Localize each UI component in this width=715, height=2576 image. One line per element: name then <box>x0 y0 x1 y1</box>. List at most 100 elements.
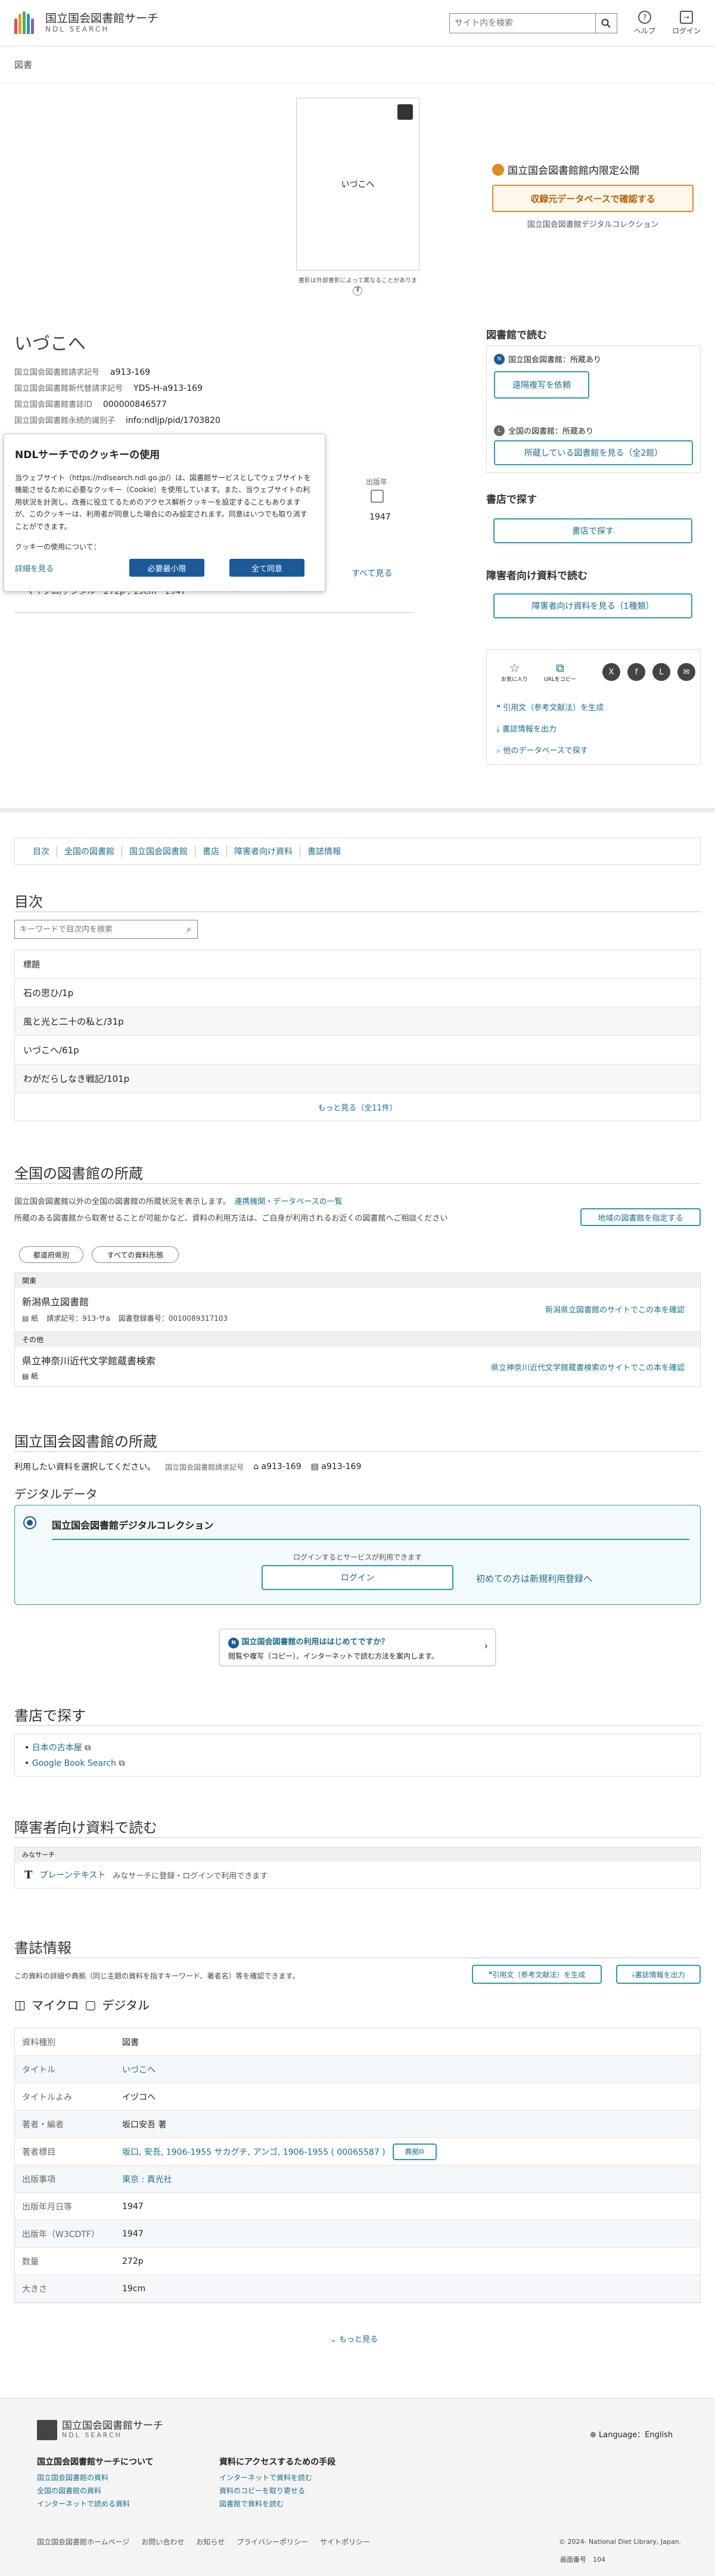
footer-link[interactable]: 全国の図書館の資料 <box>37 2484 130 2497</box>
book-thumbnail[interactable]: いづこへ <box>296 98 419 270</box>
toc-more-button[interactable]: もっと見る（全11件） <box>15 1093 700 1121</box>
library-list: 関東 新潟県立図書館 ▤ 紙請求記号：913-サa 図書登録番号：00100893… <box>14 1273 701 1387</box>
toc-item-label: 石の思ひ/1p <box>23 988 74 998</box>
bib-value[interactable]: 坂口, 安吾, 1906-1955 サカグチ, アンゴ, 1906-1955 (… <box>122 2146 386 2158</box>
search-icon[interactable]: ⌕ <box>181 925 197 934</box>
remote-copy-button[interactable]: 遠隔複写を依頼 <box>494 371 589 399</box>
bib-value[interactable]: いづこへ <box>122 2064 156 2076</box>
prefecture-filter[interactable]: 都道府県別 <box>19 1246 83 1263</box>
login-button[interactable]: → ログイン <box>672 10 701 36</box>
footer-link[interactable]: 国立国会図書館ホームページ <box>37 2537 129 2547</box>
footer-link[interactable]: プライバシーポリシー <box>237 2537 308 2547</box>
export-link[interactable]: ⤓ 書誌情報を出力 <box>496 723 557 734</box>
plain-text-link[interactable]: プレーンテキスト <box>39 1869 105 1881</box>
site-logo[interactable]: 国立国会図書館サーチ NDL SEARCH <box>14 11 158 35</box>
footer-link[interactable]: インターネットで読める資料 <box>37 2497 130 2510</box>
cite-link[interactable]: ❝ 引用文（参考文献法）を生成 <box>496 701 604 713</box>
footer-logo-title: 国立国会図書館サーチ <box>62 2419 163 2432</box>
bib-value[interactable]: 東京 : 真光社 <box>122 2173 172 2185</box>
language-switch[interactable]: ⊕ Language：English <box>590 2428 673 2440</box>
bib-section-title: 書誌情報 <box>14 1940 72 1956</box>
footer-logo[interactable]: 国立国会図書館サーチ NDL SEARCH <box>37 2420 163 2440</box>
copy-url-button[interactable]: ⧉ URLをコピー <box>544 661 576 683</box>
footer-link[interactable]: インターネットで資料を読む <box>219 2471 312 2484</box>
bib-cite-button[interactable]: ❝ 引用文（参考文献法）を生成 <box>472 1965 602 1984</box>
shop-link[interactable]: Google Book Search <box>32 1759 116 1768</box>
partners-link[interactable]: 連携機関・データベースの一覧 <box>234 1197 342 1206</box>
library-site-link[interactable]: 新潟県立図書館のサイトでこの本を確認 <box>545 1303 685 1315</box>
bib-desc: この資料の詳細や典拠（同じ主題の資料を指すキーワード、著者名）等を確認できます。 <box>14 1972 300 1980</box>
site-header: 国立国会図書館サーチNDL SEARCH ? ヘルプ → ログイン <box>0 0 715 46</box>
tab-shop[interactable]: 書店 <box>195 845 227 857</box>
shop-button[interactable]: 書店で探す <box>493 518 692 543</box>
toc-item[interactable]: 石の思ひ/1p <box>15 979 700 1007</box>
disability-note: みなサーチに登録・ログインで利用できます <box>113 1871 268 1881</box>
cookie-accept-all-button[interactable]: 全て同意 <box>229 559 304 577</box>
digital-collection-name: 国立国会図書館デジタルコレクション <box>52 1520 214 1531</box>
help-button[interactable]: ? ヘルプ <box>634 10 655 36</box>
bib-key: 著者・編者 <box>22 2120 64 2130</box>
footer-col2-title: 資料にアクセスするための手段 <box>219 2457 336 2467</box>
shop-link[interactable]: 日本の古本屋 <box>32 1743 82 1753</box>
tab-libraries[interactable]: 全国の図書館 <box>57 845 122 857</box>
toc-search-input[interactable] <box>15 925 181 934</box>
disability-title: 障害者向け資料で読む <box>486 570 587 582</box>
authority-button[interactable]: 典拠 ⧉ <box>392 2143 437 2160</box>
footer-link[interactable]: 資料のコピーを取り寄せる <box>219 2484 312 2497</box>
ndl-select-row: 利用したい資料を選択してください。 国立国会図書館請求記号 ⌂ a913-169 ▤ … <box>14 1461 361 1473</box>
other-db-link[interactable]: ⌕ 他のデータベースで探す <box>496 744 588 755</box>
footer-link[interactable]: 国立国会図書館の資料 <box>37 2471 130 2484</box>
line-share-icon[interactable]: L <box>652 663 670 681</box>
bib-format: ◫ マイクロ ▢ デジタル <box>14 1996 150 2013</box>
confirm-db-button[interactable]: 収録元データベースで確認する <box>492 185 694 212</box>
library-site-link[interactable]: 県立神奈川近代文学館蔵書検索のサイトでこの本を確認 <box>491 1361 685 1373</box>
logo-subtitle: NDL SEARCH <box>45 24 110 33</box>
dc-rule <box>52 1539 689 1540</box>
search-button[interactable] <box>595 13 617 33</box>
disability-rule <box>14 1837 701 1838</box>
toc-item[interactable]: 風と光と二十の私と/31p <box>15 1007 700 1036</box>
footer-link[interactable]: お問い合わせ <box>141 2537 184 2547</box>
toc-item[interactable]: いづこへ/61p <box>15 1036 700 1065</box>
bib-row: 出版年（W3CDTF） 1947 <box>15 2220 700 2248</box>
format-filter[interactable]: すべての資料形態 <box>92 1246 179 1263</box>
footer-link[interactable]: 図書館で資料を読む <box>219 2497 312 2510</box>
tab-toc[interactable]: 目次 <box>26 845 57 857</box>
tab-ndl[interactable]: 国立国会図書館 <box>122 845 195 857</box>
microfilm-icon: ◫ <box>14 1997 26 2012</box>
facebook-share-icon[interactable]: f <box>627 663 645 681</box>
footer-link[interactable]: お知らせ <box>196 2537 225 2547</box>
first-time-guide[interactable]: N 国立国会図書館の利用ははじめてですか？ 閲覧や複写（コピー）、インターネット… <box>219 1629 496 1666</box>
site-search-input[interactable] <box>449 13 595 33</box>
guide-title: N 国立国会図書館の利用ははじめてですか？ <box>228 1635 389 1648</box>
tab-disability[interactable]: 障害者向け資料 <box>227 845 300 857</box>
disability-section-title: 障害者向け資料で読む <box>14 1819 157 1836</box>
meta-row: 国立国会図書館新代替請求記号 YD5-H-a913-169 <box>14 381 220 397</box>
cookie-necessary-button[interactable]: 必要最小限 <box>129 559 204 577</box>
disability-button[interactable]: 障害者向け資料を見る（1種類） <box>493 593 692 618</box>
cookie-question: クッキーの使用について： <box>15 542 101 551</box>
toc-item[interactable]: わがだらしなき戦記/101p <box>15 1065 700 1093</box>
meta-row: 国立国会図書館請求記号 a913-169 <box>14 365 220 381</box>
favorite-button[interactable]: ☆ お気に入り <box>501 661 528 683</box>
radio-selected[interactable] <box>23 1516 36 1529</box>
register-link[interactable]: 初めての方は新規利用登録へ <box>476 1572 592 1585</box>
view-libraries-button[interactable]: 所蔵している図書館を見る（全2館） <box>494 440 693 465</box>
toc-header: 標題 <box>15 950 700 979</box>
ndl-holdings-title: 国立国会図書館の所蔵 <box>14 1433 157 1450</box>
footer-col2: インターネットで資料を読む 資料のコピーを取り寄せる 図書館で資料を読む <box>219 2471 312 2510</box>
bib-export-button[interactable]: ⤓ 書誌情報を出力 <box>616 1965 701 1984</box>
x-share-icon[interactable]: X <box>602 663 620 681</box>
dc-login-button[interactable]: ログイン <box>262 1565 453 1590</box>
digital-collection-card[interactable]: 国立国会図書館デジタルコレクション ログインするとサービスが利用できます ログイ… <box>14 1505 701 1605</box>
tab-bibliography[interactable]: 書誌情報 <box>300 845 348 857</box>
mail-share-icon[interactable]: ✉ <box>677 663 695 681</box>
region-button[interactable]: 地域の図書館を指定する <box>580 1208 701 1226</box>
see-all-link[interactable]: すべて見る <box>352 567 392 579</box>
info-icon[interactable]: i <box>353 286 362 295</box>
shop-section-title: 書店で探す <box>14 1707 86 1724</box>
bib-more-button[interactable]: ⌄ もっと見る <box>330 2333 378 2344</box>
cookie-detail-link[interactable]: 詳細を見る <box>15 562 104 574</box>
footer-link[interactable]: サイトポリシー <box>320 2537 370 2547</box>
bib-key: 資料種別 <box>22 2037 55 2048</box>
